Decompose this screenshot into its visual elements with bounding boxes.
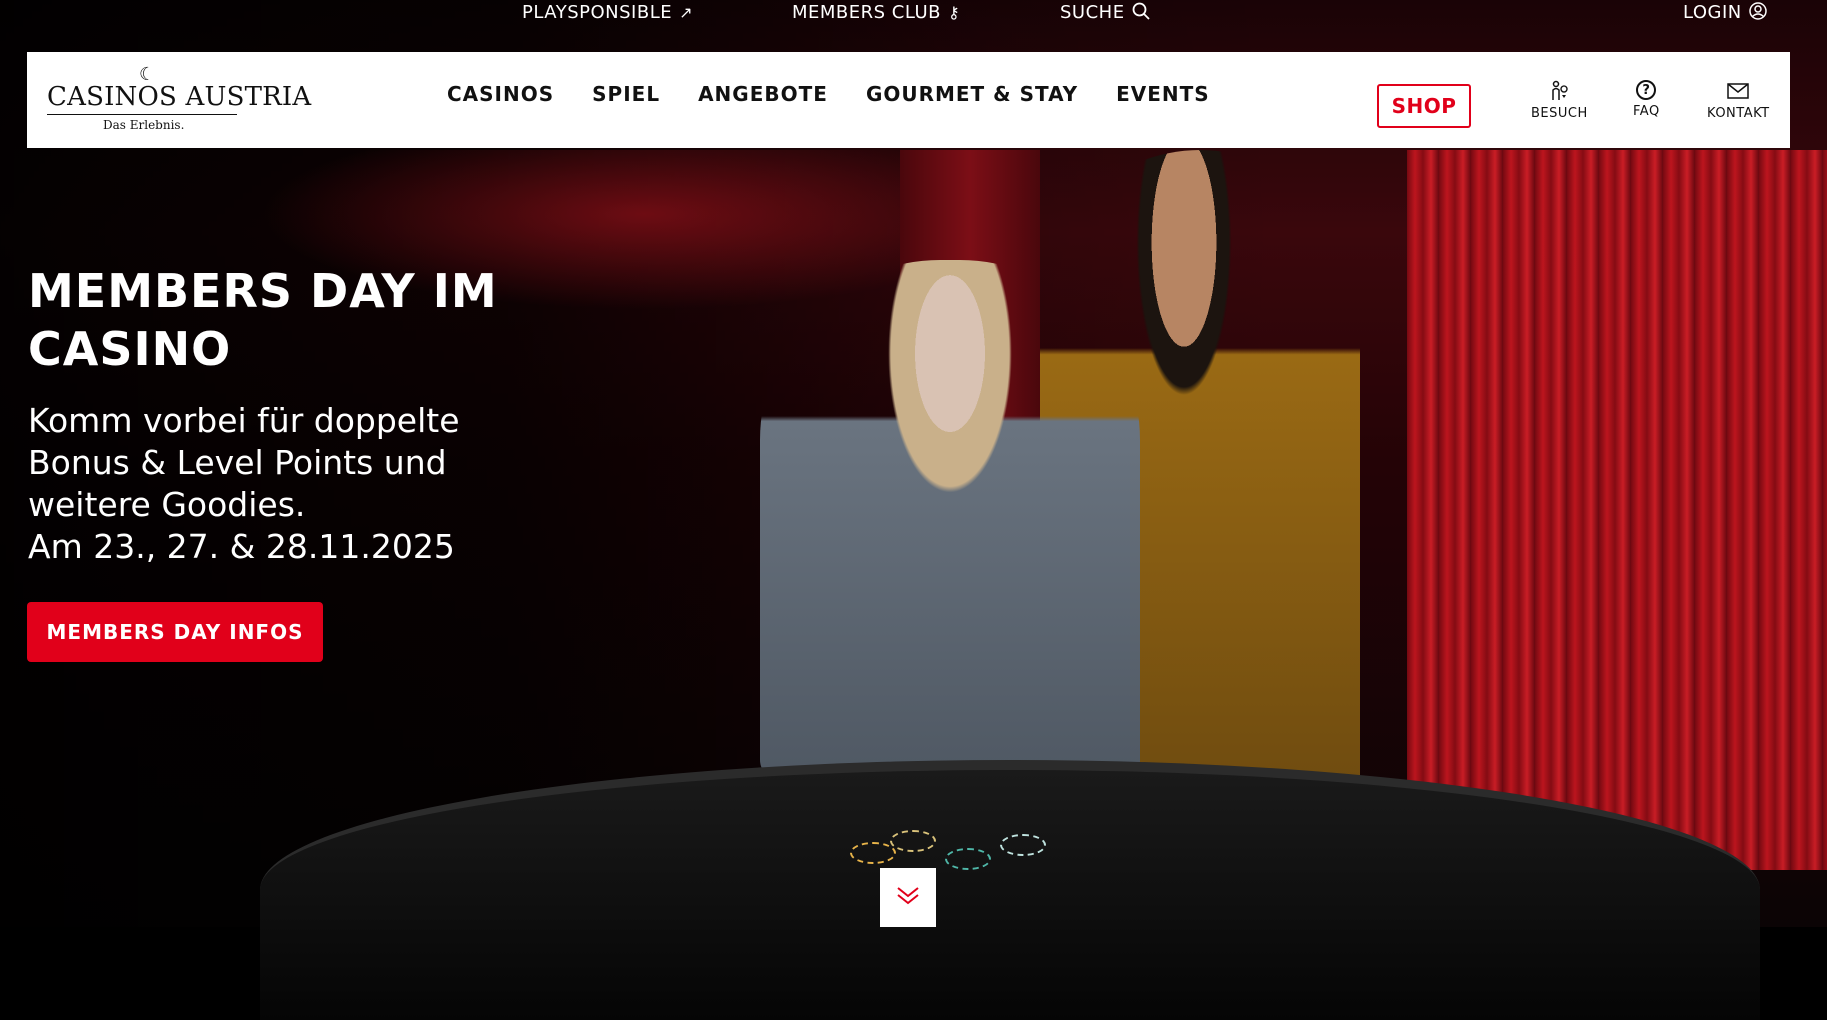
double-chevron-down-icon [895, 885, 921, 911]
user-circle-icon [1749, 2, 1767, 23]
faq-label: FAQ [1633, 104, 1660, 119]
search-link[interactable]: SUCHE [1060, 2, 1150, 23]
logo-tagline: Das Erlebnis. [103, 118, 185, 132]
nav-item-events[interactable]: EVENTS [1116, 82, 1210, 106]
hero-title: MEMBERS DAY IM CASINO [28, 264, 498, 376]
search-label: SUCHE [1060, 2, 1125, 23]
search-icon [1132, 2, 1150, 23]
top-utility-bar: PLAYSPONSIBLE ↗ MEMBERS CLUB ⚷ SUCHE LOG… [0, 0, 1827, 28]
kontakt-link[interactable]: KONTAKT [1707, 80, 1770, 121]
members-club-label: MEMBERS CLUB [792, 2, 942, 23]
members-day-infos-button[interactable]: MEMBERS DAY INFOS [27, 602, 323, 662]
casinos-austria-logo[interactable]: ☾ CASINOS AUSTRIA Das Erlebnis. [47, 64, 311, 136]
logo-brand-text: CASINOS AUSTRIA [47, 82, 312, 112]
hero-subtitle: Komm vorbei für doppelte Bonus & Level P… [28, 401, 460, 524]
playsponsible-link[interactable]: PLAYSPONSIBLE ↗ [522, 2, 693, 23]
members-club-link[interactable]: MEMBERS CLUB ⚷ [792, 2, 960, 23]
faq-link[interactable]: ? FAQ [1633, 80, 1660, 119]
scroll-down-button[interactable] [880, 868, 936, 927]
nav-item-angebote[interactable]: ANGEBOTE [698, 82, 828, 106]
nav-item-gourmet-stay[interactable]: GOURMET & STAY [866, 82, 1078, 106]
envelope-icon [1727, 80, 1750, 102]
casino-table [260, 760, 1760, 1020]
woman-figure [760, 260, 1140, 780]
nav-item-spiel[interactable]: SPIEL [592, 82, 660, 106]
kontakt-label: KONTAKT [1707, 106, 1770, 121]
question-circle-icon: ? [1636, 80, 1657, 100]
playsponsible-label: PLAYSPONSIBLE [522, 2, 673, 23]
login-label: LOGIN [1683, 2, 1742, 23]
login-link[interactable]: LOGIN [1683, 2, 1767, 23]
key-icon: ⚷ [948, 2, 961, 22]
hero-date: Am 23., 27. & 28.11.2025 [28, 527, 455, 566]
shop-button[interactable]: SHOP [1377, 84, 1471, 128]
location-person-icon [1548, 80, 1570, 102]
external-arrow-icon: ↗ [679, 2, 694, 22]
main-navbar: ☾ CASINOS AUSTRIA Das Erlebnis. CASINOS … [27, 52, 1790, 148]
hero-content: MEMBERS DAY IM CASINO Komm vorbei für do… [28, 262, 568, 568]
red-curtain [1407, 150, 1827, 870]
primary-nav: CASINOS SPIEL ANGEBOTE GOURMET & STAY EV… [447, 82, 1210, 106]
besuch-label: BESUCH [1531, 106, 1588, 121]
logo-rule [47, 114, 237, 115]
nav-item-casinos[interactable]: CASINOS [447, 82, 554, 106]
besuch-link[interactable]: BESUCH [1531, 80, 1588, 121]
